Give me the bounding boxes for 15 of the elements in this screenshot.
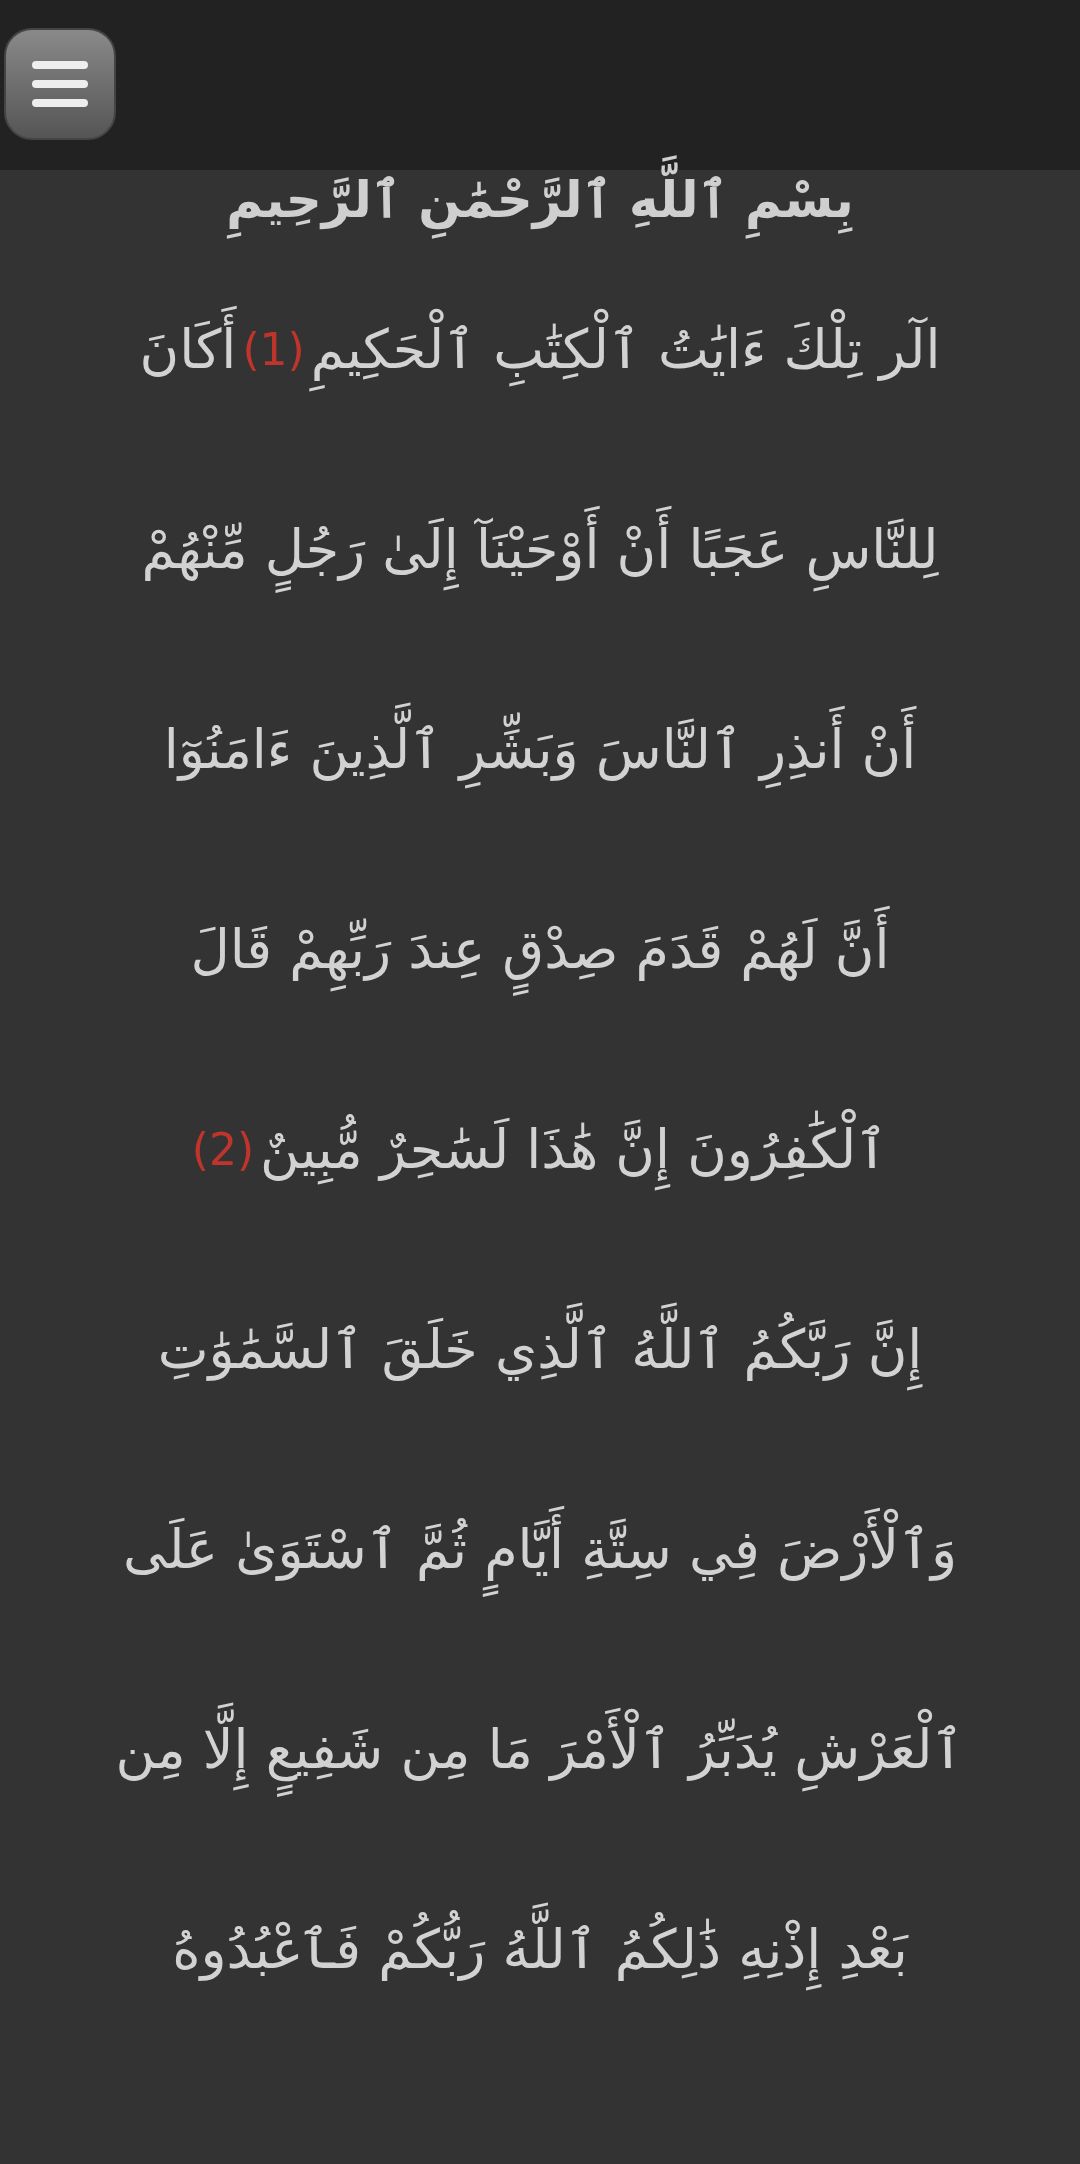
verse-text: ٱلْكَٰفِرُونَ إِنَّ هَٰذَا لَسَٰحِرٌ مُّبِينٌ (260, 1085, 889, 1215)
verse-text: أَنْ أَنذِرِ ٱلنَّاسَ وَبَشِّرِ ٱلَّذِينَ ءَامَنُوٓا (163, 685, 917, 815)
verse-text: إِنَّ رَبَّكُمُ ٱللَّهُ ٱلَّذِي خَلَقَ ٱلسَّمَٰوَٰتِ (157, 1285, 923, 1415)
menu-icon (32, 61, 88, 107)
verse-text: الٓر تِلْكَ ءَايَٰتُ ٱلْكِتَٰبِ ٱلْحَكِيمِ (310, 285, 941, 415)
verse-text: أَنَّ لَهُمْ قَدَمَ صِدْقٍ عِندَ رَبِّهِمْ قَالَ (190, 885, 890, 1015)
verse-text: بَعْدِ إِذْنِهِ ذَٰلِكُمُ ٱللَّهُ رَبُّكُمْ فَٱعْبُدُوهُ (172, 1885, 908, 2015)
bismillah-heading: بِسْمِ ٱللَّهِ ٱلرَّحْمَٰنِ ٱلرَّحِيمِ (226, 140, 854, 260)
verse-text: ٱلْعَرْشِ يُدَبِّرُ ٱلْأَمْرَ مَا مِن شَفِيعٍ إِلَّا مِن (115, 1685, 965, 1815)
verse-number: (2) (191, 1123, 255, 1177)
verse-number: (1) (242, 323, 305, 377)
verse-text: وَٱلْأَرْضَ فِي سِتَّةِ أَيَّامٍ ثُمَّ ٱسْتَوَىٰ عَلَى (122, 1485, 958, 1615)
verse-text: أَكَانَ (139, 285, 237, 415)
menu-button[interactable] (4, 28, 116, 140)
verse-text: لِلنَّاسِ عَجَبًا أَنْ أَوْحَيْنَآ إِلَىٰ رَجُلٍ مِّنْهُمْ (141, 485, 939, 615)
